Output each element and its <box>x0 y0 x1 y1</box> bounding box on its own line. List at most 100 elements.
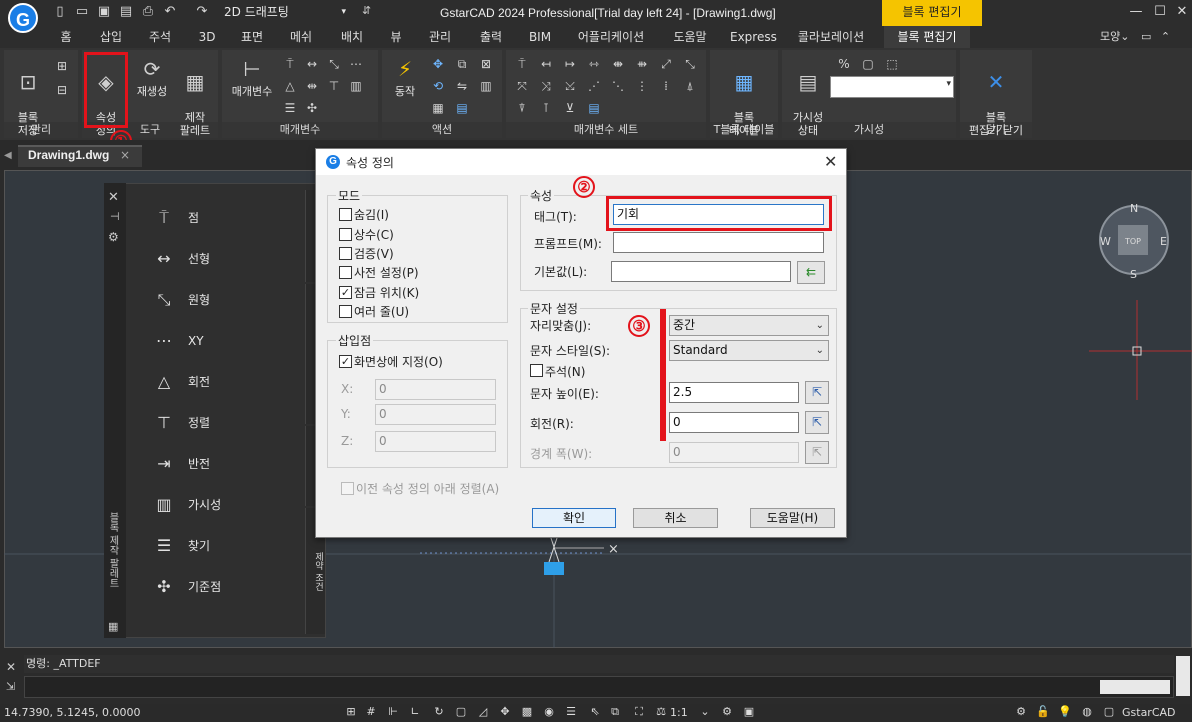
palette-item-linear[interactable]: ↔ 선형 <box>150 244 270 274</box>
tab-bim[interactable]: BIM <box>526 26 554 48</box>
ribbon-style-menu[interactable]: 모양⌄ ▭ ⌃ <box>1100 26 1170 48</box>
redo-icon[interactable]: ↷ <box>194 4 210 20</box>
settings-icon[interactable]: ⚙ <box>1014 705 1028 719</box>
boundary-width-input[interactable]: 0 <box>669 442 799 463</box>
lookup-param-small-icon[interactable]: ☰ <box>282 100 298 116</box>
lookup-action-icon[interactable]: ▦ <box>430 100 446 116</box>
move-action-icon[interactable]: ✥ <box>430 56 446 72</box>
open-icon[interactable]: ▭ <box>74 4 90 20</box>
dynamic-ucs-icon[interactable]: ✥ <box>498 705 512 719</box>
chevron-down-icon[interactable]: ⌄ <box>698 705 712 719</box>
parameter-button[interactable]: ⊢ 매개변수 <box>228 56 276 98</box>
action-button[interactable]: ⚡ 동작 <box>388 56 422 98</box>
maximize-icon[interactable]: ☐ <box>1152 4 1168 20</box>
visibility-param-small-icon[interactable]: ▥ <box>348 78 364 94</box>
scale-readout[interactable]: 1:1 <box>670 706 688 719</box>
isolate-icon[interactable]: 💡 <box>1058 705 1072 719</box>
x-input[interactable]: 0 <box>375 379 496 400</box>
lock-position-checkbox[interactable]: ✓ <box>339 286 352 299</box>
ortho-icon[interactable]: ∟ <box>408 705 422 719</box>
command-input[interactable] <box>24 676 1174 698</box>
justify-select[interactable]: 중간 ⌄ <box>669 315 829 336</box>
osnap-icon[interactable]: ▢ <box>454 705 468 719</box>
test-block-icon[interactable]: ⊞ <box>54 58 70 74</box>
palette-item-alignment[interactable]: ⊤ 정렬 <box>150 408 270 438</box>
multiline-checkbox[interactable] <box>339 305 352 318</box>
tab-block-editor[interactable]: 블록 편집기 <box>884 26 970 48</box>
command-scrollbar[interactable] <box>1100 680 1170 694</box>
scale-action-icon[interactable]: ⧉ <box>454 56 470 72</box>
palette-item-basepoint[interactable]: ✣ 기준점 <box>150 572 270 602</box>
tab-applications[interactable]: 어플리케이션 <box>574 26 648 48</box>
save-block-as-icon[interactable]: ⊟ <box>54 82 70 98</box>
polar-tracking-icon[interactable]: ↻ <box>432 705 446 719</box>
command-close-icon[interactable]: ✕ <box>6 660 16 674</box>
palette-item-point[interactable]: ⍑ 점 <box>150 203 270 233</box>
z-input[interactable]: 0 <box>375 431 496 452</box>
polar-stretch-set-icon[interactable]: ⤡ <box>682 56 698 72</box>
visibility-mode-icon[interactable]: % <box>836 56 852 72</box>
otrack-icon[interactable]: ◿ <box>476 705 490 719</box>
pick-rotation-icon[interactable]: ⇱ <box>805 411 829 434</box>
visibility-set-icon[interactable]: ⊺ <box>538 100 554 116</box>
lookup-set-icon[interactable]: ⊻ <box>562 100 578 116</box>
invisible-checkbox[interactable] <box>339 208 352 221</box>
polar-move-set-icon[interactable]: ⤢ <box>658 56 674 72</box>
prompt-input[interactable] <box>613 232 824 253</box>
make-visible-icon[interactable]: ▢ <box>860 56 876 72</box>
palette-close-icon[interactable]: ✕ <box>108 190 119 205</box>
workspace-select[interactable]: 2D 드래프팅 ▾ <box>224 3 348 21</box>
tab-view[interactable]: 뷰 <box>386 26 406 48</box>
linear-param-small-icon[interactable]: ↔ <box>304 56 320 72</box>
xy-move-set-icon[interactable]: ⋰ <box>586 78 602 94</box>
text-height-input[interactable]: 2.5 <box>669 382 799 403</box>
insert-field-icon[interactable]: ⇇ <box>797 261 825 284</box>
linear-move-set-icon[interactable]: ↤ <box>538 56 554 72</box>
linear-move-pair-set-icon[interactable]: ⇼ <box>610 56 626 72</box>
tab-collaboration[interactable]: 콜라보레이션 <box>796 26 866 48</box>
transparency-icon[interactable]: ▩ <box>520 705 534 719</box>
linear-stretch-pair-set-icon[interactable]: ⇻ <box>634 56 650 72</box>
annotative-checkbox[interactable] <box>530 364 543 377</box>
command-vscrollbar[interactable] <box>1176 656 1190 696</box>
preset-checkbox[interactable] <box>339 266 352 279</box>
fullscreen-icon[interactable]: ▣ <box>742 705 756 719</box>
xy-array-box-set-icon[interactable]: ⁞ <box>658 78 674 94</box>
default-input[interactable] <box>611 261 791 282</box>
constant-checkbox[interactable] <box>339 228 352 241</box>
tab-scroll-left-icon[interactable]: ◀ <box>4 150 12 161</box>
workspace-icon[interactable]: ⚙ <box>720 705 734 719</box>
palette-item-polar[interactable]: ⤡ 원형 <box>150 285 270 315</box>
specify-on-screen-checkbox[interactable]: ✓ <box>339 355 352 368</box>
linear-array-set-icon[interactable]: ⇿ <box>586 56 602 72</box>
document-tab-close-icon[interactable]: × <box>120 148 130 162</box>
flip-param-small-icon[interactable]: ⇹ <box>304 78 320 94</box>
palette-autohide-icon[interactable]: ⊣ <box>110 210 120 223</box>
annotation-scale-icon[interactable]: ⚖ <box>654 705 668 719</box>
align-below-checkbox[interactable] <box>341 482 354 495</box>
tab-help[interactable]: 도움말 <box>668 26 712 48</box>
xy-param-small-icon[interactable]: ⋯ <box>348 56 364 72</box>
xy-move-box-set-icon[interactable]: ⋮ <box>634 78 650 94</box>
pick-width-icon[interactable]: ⇱ <box>805 441 829 464</box>
print-icon[interactable]: ⎙ <box>140 4 156 20</box>
palette-item-rotation[interactable]: △ 회전 <box>150 367 270 397</box>
polar-stretch-pair-set-icon[interactable]: ⤩ <box>562 78 578 94</box>
alignment-param-small-icon[interactable]: ⊤ <box>326 78 342 94</box>
layers-icon[interactable]: ⧉ <box>608 705 622 719</box>
basepoint-param-small-icon[interactable]: ✣ <box>304 100 320 116</box>
selection-cycle-icon[interactable]: ◉ <box>542 705 556 719</box>
regenerate-button[interactable]: ⟳ 재생성 <box>134 56 170 98</box>
verify-checkbox[interactable] <box>339 247 352 260</box>
polar-stretch-action-icon[interactable]: ▤ <box>454 100 470 116</box>
command-customize-icon[interactable]: ⇲ <box>6 680 15 693</box>
tab-output[interactable]: 출력 <box>475 26 507 48</box>
grid-display-icon[interactable]: # <box>364 705 378 719</box>
polar-move-pair-set-icon[interactable]: ⤨ <box>538 78 554 94</box>
close-block-editor-button[interactable]: ✕ 블록 편집기 닫기 <box>964 56 1028 137</box>
customize-icon[interactable]: ⇵ <box>362 4 371 17</box>
rotation-set-icon[interactable]: ⍋ <box>682 78 698 94</box>
lock-icon[interactable]: 🔓 <box>1036 705 1050 719</box>
xy-move-pair-set-icon[interactable]: ⋱ <box>610 78 626 94</box>
save-block-button[interactable]: ⊡ 블록 저장 <box>10 56 46 137</box>
